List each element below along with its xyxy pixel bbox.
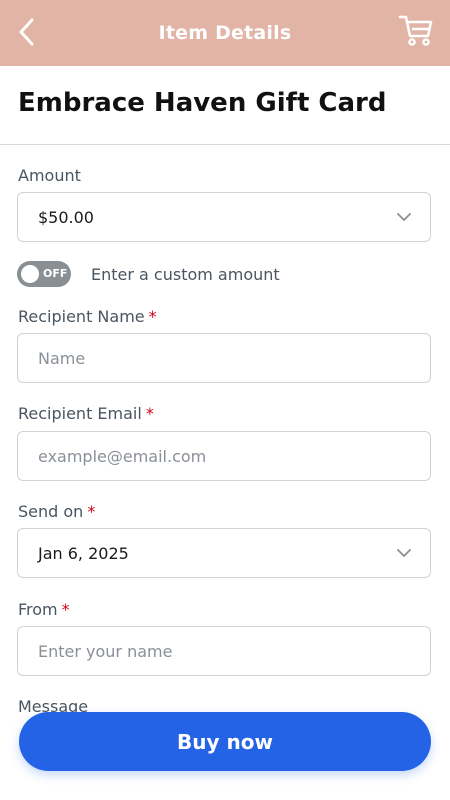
recipient-email-label: Recipient Email * (18, 404, 154, 423)
chevron-down-icon (397, 549, 411, 557)
recipient-email-field[interactable] (17, 431, 431, 481)
amount-value: $50.00 (38, 207, 94, 227)
amount-label: Amount (18, 166, 81, 185)
chevron-left-icon (19, 18, 34, 46)
custom-amount-row: OFF Enter a custom amount (17, 261, 280, 287)
toggle-state-text: OFF (43, 267, 68, 280)
buy-now-button[interactable]: Buy now (19, 712, 431, 771)
recipient-name-label: Recipient Name * (18, 307, 157, 326)
amount-label-text: Amount (18, 166, 81, 185)
required-marker: * (145, 404, 154, 423)
required-marker: * (148, 307, 157, 326)
from-input[interactable] (38, 627, 430, 675)
send-on-label: Send on * (18, 502, 95, 521)
recipient-name-label-text: Recipient Name (18, 307, 145, 326)
recipient-email-label-text: Recipient Email (18, 404, 142, 423)
item-title: Embrace Haven Gift Card (18, 88, 387, 118)
item-title-section: Embrace Haven Gift Card (0, 66, 450, 145)
send-on-value: Jan 6, 2025 (38, 543, 129, 563)
chevron-down-icon (397, 213, 411, 221)
from-label: From * (18, 600, 70, 619)
from-label-text: From (18, 600, 58, 619)
recipient-name-input[interactable] (38, 334, 430, 382)
back-button[interactable] (12, 15, 40, 49)
recipient-name-field[interactable] (17, 333, 431, 383)
amount-select[interactable]: $50.00 (17, 192, 431, 242)
top-bar: Item Details (0, 0, 450, 66)
from-field[interactable] (17, 626, 431, 676)
required-marker: * (61, 600, 70, 619)
cart-button[interactable] (398, 12, 434, 48)
page-title: Item Details (158, 22, 292, 44)
custom-amount-label: Enter a custom amount (91, 264, 280, 284)
send-on-label-text: Send on (18, 502, 84, 521)
recipient-email-input[interactable] (38, 432, 430, 480)
toggle-knob (21, 265, 39, 283)
required-marker: * (87, 502, 96, 521)
send-on-date-select[interactable]: Jan 6, 2025 (17, 528, 431, 578)
custom-amount-toggle[interactable]: OFF (17, 261, 71, 287)
cart-icon (398, 15, 433, 46)
